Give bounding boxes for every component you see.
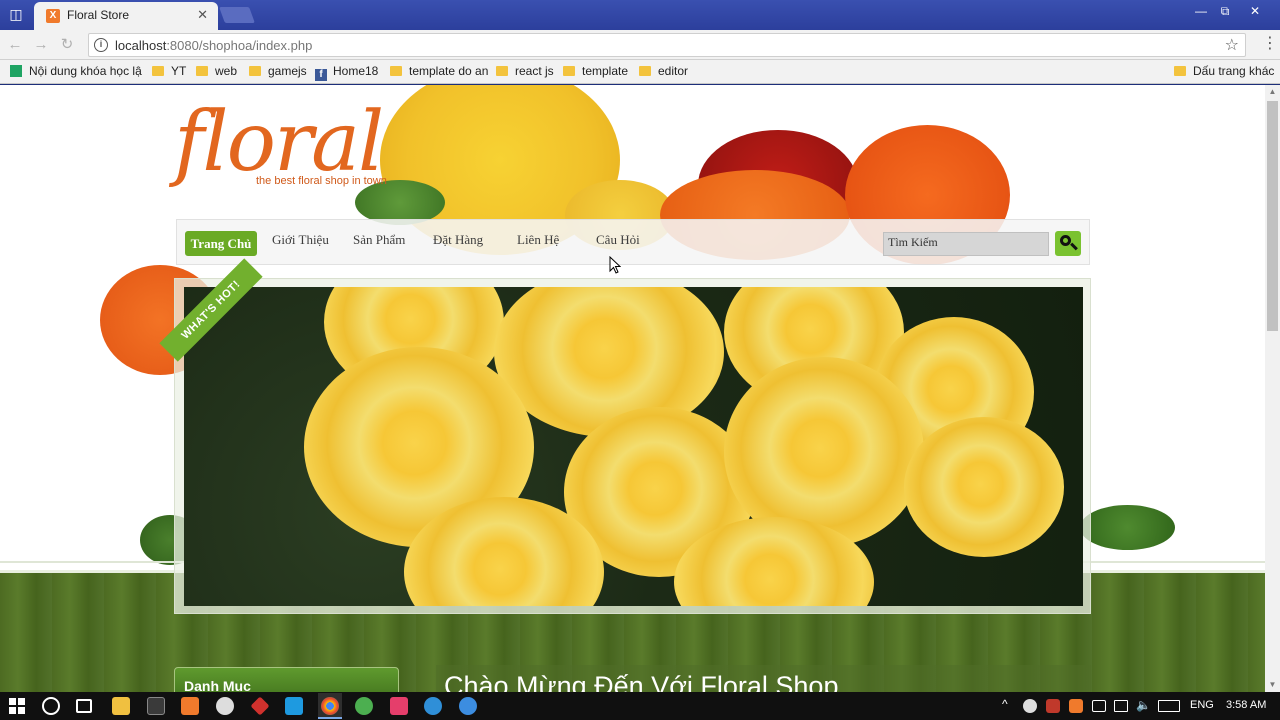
bookmark-item[interactable]: template — [563, 64, 628, 78]
hero-slider[interactable]: WHAT'S HOT! — [159, 258, 1091, 614]
tray-xampp-icon[interactable] — [1069, 699, 1083, 713]
bookmark-star-icon[interactable]: ☆ — [1225, 35, 1239, 55]
windows-taskbar: ^ 🔈 ENG 3:58 AM — [0, 692, 1280, 720]
xampp-favicon-icon: X — [46, 9, 60, 23]
network-icon[interactable] — [1114, 700, 1128, 712]
folder-icon — [496, 66, 508, 76]
scroll-down-icon[interactable]: ▼ — [1265, 678, 1280, 692]
nav-item-products[interactable]: Sản Phẩm — [353, 232, 405, 248]
clock[interactable]: 3:58 AM — [1226, 699, 1266, 711]
bookmark-item[interactable]: f Home18 — [315, 64, 378, 81]
folder-icon — [196, 66, 208, 76]
forward-icon[interactable]: → — [32, 36, 50, 54]
facebook-icon: f — [315, 69, 327, 81]
app-icon[interactable] — [355, 697, 373, 715]
folder-icon — [563, 66, 575, 76]
page-viewport: floral the best floral shop in town Tran… — [0, 85, 1265, 692]
mouse-cursor-icon — [609, 256, 621, 274]
reload-icon[interactable]: ↻ — [58, 36, 76, 54]
new-tab-button[interactable] — [219, 7, 255, 23]
nav-item-order[interactable]: Đặt Hàng — [433, 232, 483, 248]
rose-image — [904, 417, 1064, 557]
bookmark-item[interactable]: YT — [152, 64, 186, 78]
show-hidden-icons-icon[interactable]: ^ — [1002, 697, 1008, 711]
bookmark-item[interactable]: editor — [639, 64, 688, 78]
site-logo[interactable]: floral the best floral shop in town — [174, 97, 424, 197]
page-scrollbar[interactable]: ▲ ▼ — [1265, 85, 1280, 692]
logo-tagline: the best floral shop in town — [256, 175, 387, 187]
app-icon[interactable] — [216, 697, 234, 715]
bookmark-item[interactable]: gamejs — [249, 64, 307, 78]
folder-icon — [249, 66, 261, 76]
xampp-icon[interactable] — [181, 697, 199, 715]
scroll-up-icon[interactable]: ▲ — [1265, 85, 1280, 99]
browser-toolbar: ← → ↻ i localhost:8080/shophoa/index.php… — [0, 30, 1280, 60]
folder-icon — [639, 66, 651, 76]
nav-item-contact[interactable]: Liên Hệ — [517, 232, 559, 248]
category-title: Danh Mục — [184, 678, 251, 692]
battery-icon[interactable] — [1092, 700, 1106, 712]
tab-close-icon[interactable]: ✕ — [197, 7, 208, 23]
scroll-thumb[interactable] — [1267, 101, 1278, 331]
cortana-icon[interactable] — [42, 697, 60, 715]
app-icon[interactable] — [459, 697, 477, 715]
nav-item-home[interactable]: Trang Chủ — [185, 231, 257, 256]
search-button[interactable] — [1055, 231, 1081, 256]
tray-app-icon[interactable] — [1046, 699, 1060, 713]
nav-item-about[interactable]: Giới Thiệu — [272, 232, 329, 248]
folder-icon — [1174, 66, 1186, 76]
bookmark-item[interactable]: template do an — [390, 64, 488, 78]
skype-icon[interactable] — [285, 697, 303, 715]
close-icon[interactable]: ✕ — [1240, 2, 1270, 20]
folder-icon — [152, 66, 164, 76]
restore-icon[interactable]: ⧉ — [1210, 2, 1240, 20]
chrome-icon[interactable] — [321, 697, 339, 715]
main-navigation: Trang Chủ Giới Thiệu Sản Phẩm Đặt Hàng L… — [176, 219, 1090, 265]
keyboard-icon[interactable] — [1158, 700, 1180, 712]
bookmark-item[interactable]: react js — [496, 64, 554, 78]
tab-title: Floral Store — [67, 8, 130, 22]
welcome-heading: Chào Mừng Đến Với Floral Shop — [444, 671, 839, 692]
tray-app-icon[interactable] — [1023, 699, 1037, 713]
other-bookmarks[interactable]: Dấu trang khác — [1174, 64, 1274, 78]
incognito-icon: ◫ — [9, 6, 23, 22]
back-icon[interactable]: ← — [6, 36, 24, 54]
url-text[interactable]: localhost:8080/shophoa/index.php — [115, 38, 312, 53]
address-bar[interactable]: i localhost:8080/shophoa/index.php ☆ — [88, 33, 1246, 57]
nav-item-faq[interactable]: Câu Hỏi — [596, 232, 640, 248]
yellow-roses-slide-image — [184, 287, 1083, 606]
search-icon-handle — [1070, 242, 1078, 251]
sheet-icon — [10, 65, 22, 77]
terminal-icon[interactable] — [147, 697, 165, 715]
menu-icon[interactable]: ⋮ — [1262, 35, 1278, 53]
app-icon[interactable] — [390, 697, 408, 715]
git-icon[interactable] — [250, 696, 270, 716]
search-input[interactable]: Tìm Kiếm — [883, 232, 1049, 256]
task-view-icon[interactable] — [76, 699, 92, 713]
category-panel-header: Danh Mục — [174, 667, 399, 692]
leaf-image — [1080, 505, 1175, 550]
volume-icon[interactable]: 🔈 — [1136, 698, 1151, 712]
file-explorer-icon[interactable] — [112, 697, 130, 715]
browser-tab[interactable]: X Floral Store ✕ — [34, 2, 218, 30]
bookmarks-bar: Nội dung khóa học lậ YT web gamejs f Home… — [0, 60, 1280, 84]
welcome-banner: Chào Mừng Đến Với Floral Shop — [436, 665, 1091, 692]
language-indicator[interactable]: ENG — [1190, 699, 1214, 711]
folder-icon — [390, 66, 402, 76]
bookmark-item[interactable]: Nội dung khóa học lậ — [10, 64, 142, 78]
browser-titlebar: ◫ X Floral Store ✕ — ⧉ ✕ — [0, 0, 1280, 30]
bookmark-item[interactable]: web — [196, 64, 237, 78]
windows-start-icon[interactable] — [9, 698, 25, 714]
teamviewer-icon[interactable] — [424, 697, 442, 715]
info-icon[interactable]: i — [94, 38, 108, 52]
